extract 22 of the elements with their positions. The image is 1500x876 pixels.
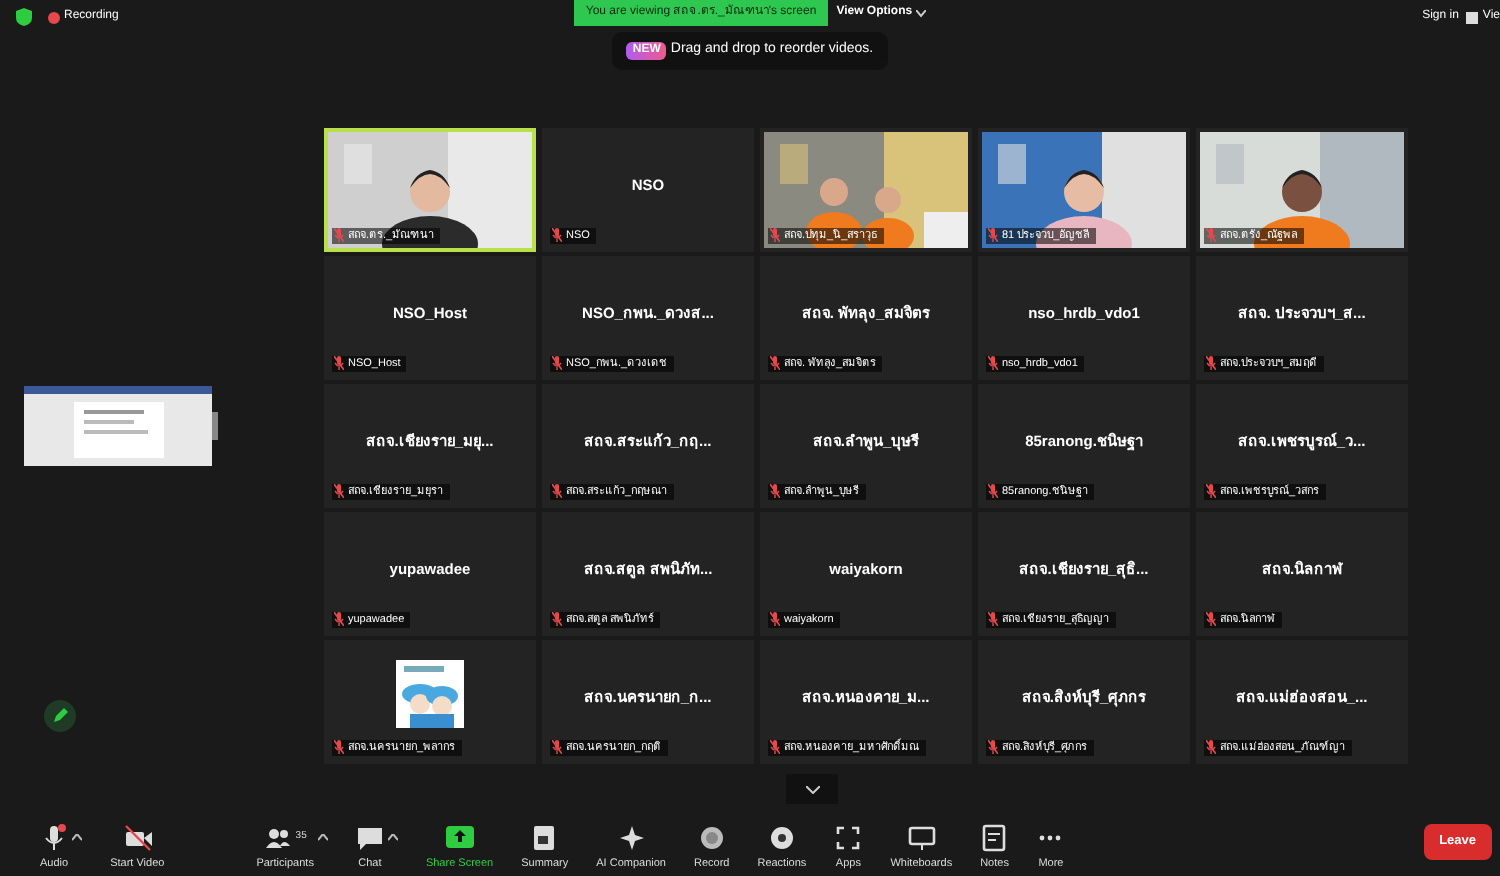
camera-off-icon <box>123 823 152 852</box>
document-icon <box>530 823 559 852</box>
caret-icon[interactable] <box>387 833 398 842</box>
caret-icon <box>916 9 927 17</box>
chevron-down-icon <box>805 785 819 793</box>
notes-icon <box>980 823 1009 852</box>
resize-handle[interactable] <box>212 412 218 440</box>
microphone-icon <box>40 823 69 852</box>
caret-icon[interactable] <box>317 833 328 842</box>
record-icon <box>697 823 726 852</box>
pencil-button[interactable] <box>44 700 76 732</box>
chat-bubble-icon <box>355 823 384 852</box>
recording-icon <box>48 11 60 23</box>
people-icon <box>263 823 292 852</box>
sparkle-icon <box>617 823 646 852</box>
apps-icon <box>834 823 863 852</box>
caret-icon[interactable] <box>72 833 83 842</box>
reaction-icon <box>767 823 796 852</box>
share-screen-icon <box>445 823 474 852</box>
collapse-tab[interactable] <box>786 774 838 804</box>
whiteboard-icon <box>907 823 936 852</box>
shield-icon <box>16 8 32 26</box>
